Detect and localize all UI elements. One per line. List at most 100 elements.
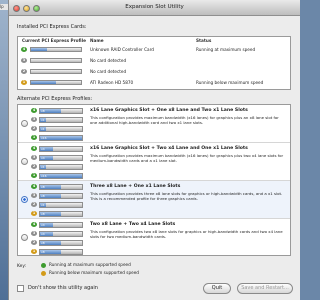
slot-number-badge: 2: [21, 69, 27, 74]
legend-max: Running at maximum supported speed: [41, 262, 131, 268]
green-status-icon: [41, 262, 46, 268]
slot-bar: [30, 58, 82, 63]
lane-fill: x1: [40, 165, 47, 169]
slot-number-badge: 4: [31, 146, 37, 151]
name-header: Name: [90, 38, 104, 43]
lane-fill: [31, 81, 56, 84]
lane-fill: x1: [40, 118, 47, 122]
status-header: Status: [196, 38, 212, 43]
slot-bar: x8: [39, 240, 83, 246]
lane-fill: x8: [40, 212, 61, 216]
profile-option[interactable]: 4 x8 3 x8 2 x1 1 x8 Three x8 Lane + One x1 Lane …: [18, 181, 290, 219]
profile-option[interactable]: 4 x8 3 x1 2 x1 1 x16 x16 Lane Graphics Slot + On…: [18, 105, 290, 143]
titlebar[interactable]: Expansion Slot Utility: [9, 0, 300, 16]
lane-fill: x4: [40, 232, 54, 236]
slot-number-badge: 4: [31, 184, 37, 189]
slot-number-badge: 3: [31, 231, 37, 236]
slot-number-badge: 2: [31, 240, 37, 245]
slot-bar: [30, 69, 82, 74]
slot-number-badge: 2: [31, 202, 37, 207]
slot-number-badge: 1: [31, 173, 37, 178]
slot-bar: x4: [39, 155, 83, 161]
slot-bar: x8: [39, 193, 83, 199]
slot-bar: x8: [39, 184, 83, 190]
lane-fill: x8: [40, 109, 61, 113]
bottom-bar: Don't show this utility again Quit Save …: [17, 283, 293, 295]
save-restart-button[interactable]: Save and Restart...: [237, 283, 293, 294]
lane-fill: x1: [40, 127, 47, 131]
yellow-status-icon: [41, 270, 46, 276]
slot-bar: x4: [39, 222, 83, 228]
profile-slot-row: 1 x16: [31, 134, 83, 142]
slot-number-badge: 4: [31, 222, 37, 227]
profile-header: Current PCI Express Profile: [22, 38, 86, 43]
slot-bar: x1: [39, 117, 83, 123]
dont-show-checkbox[interactable]: [17, 285, 24, 292]
quit-button[interactable]: Quit: [203, 283, 231, 294]
profile-title: Two x8 Lane + Two x4 Lane Slots: [90, 222, 176, 227]
profile-radio[interactable]: [21, 158, 28, 165]
card-status: Running at maximum speed: [196, 47, 256, 52]
profile-slot-diagram: 4 x8 3 x1 2 x1 1 x16: [31, 107, 83, 143]
profile-description: This configuration provides three x8 lan…: [90, 191, 283, 201]
profile-slot-row: 4 x4: [31, 221, 83, 229]
lane-fill: [31, 48, 47, 51]
profile-slot-diagram: 4 x4 3 x4 2 x1 1 x16: [31, 145, 83, 181]
slot-bar: [30, 80, 82, 85]
slot-number-badge: 3: [31, 193, 37, 198]
profile-slot-row: 2 x8: [31, 239, 83, 247]
slot-bar: [30, 47, 82, 52]
profile-description: This configuration provides maximum band…: [90, 153, 284, 163]
slot-number-badge: 4: [31, 108, 37, 113]
expansion-slot-window: Expansion Slot Utility Installed PCI Exp…: [8, 0, 300, 300]
key-label: Key:: [17, 264, 27, 269]
profile-radio[interactable]: [21, 120, 28, 127]
alternate-profiles-list: 4 x8 3 x1 2 x1 1 x16 x16 Lane Graphics Slot + On…: [17, 104, 291, 256]
profile-slot-row: 4 x8: [31, 107, 83, 115]
card-status: Running below maximum speed: [196, 80, 264, 85]
profile-slot-row: 4 x8: [31, 183, 83, 191]
window-title: Expansion Slot Utility: [125, 4, 184, 10]
card-name: Unknown RAID Controller Card: [90, 47, 154, 52]
profile-slot-row: 2 x1: [31, 163, 83, 171]
slot-bar: x1: [39, 202, 83, 208]
slot-number-badge: 3: [21, 58, 27, 63]
profile-option[interactable]: 4 x4 3 x4 2 x1 1 x16 x16 Lane Graphics Slot + Tw…: [18, 143, 290, 181]
profile-slot-row: 1 x8: [31, 248, 83, 255]
slot-bar: x8: [39, 108, 83, 114]
profile-description: This configuration provides two x8 lane …: [90, 229, 283, 239]
installed-cards-table: Current PCI Express Profile Name Status …: [17, 36, 291, 90]
slot-number-badge: 3: [31, 155, 37, 160]
card-name: No card detected: [90, 58, 127, 63]
profile-slot-row: 1 x8: [31, 210, 83, 218]
lane-fill: x16: [40, 136, 82, 140]
legend-below: Running below maximum supported speed: [41, 270, 139, 276]
installed-label: Installed PCI Express Cards:: [17, 24, 87, 30]
profile-slot-diagram: 4 x8 3 x8 2 x1 1 x8: [31, 183, 83, 219]
profile-radio[interactable]: [21, 196, 28, 203]
slot-number-badge: 1: [31, 211, 37, 216]
lane-fill: x8: [40, 250, 61, 254]
dont-show-label: Don't show this utility again: [28, 285, 98, 291]
slot-bar: x8: [39, 249, 83, 255]
slot-number-badge: 4: [21, 47, 27, 52]
profile-slot-row: 2 x1: [31, 125, 83, 133]
installed-row: 4 Unknown RAID Controller Card Running at …: [18, 46, 290, 53]
lane-fill: x16: [40, 174, 82, 178]
profile-description: This configuration provides maximum band…: [90, 115, 279, 125]
lane-fill: x4: [40, 223, 54, 227]
profile-radio[interactable]: [21, 234, 28, 241]
menu-fragment: lp: [0, 4, 8, 10]
profile-slot-row: 2 x1: [31, 201, 83, 209]
slot-number-badge: 3: [31, 117, 37, 122]
profile-option[interactable]: 4 x4 3 x4 2 x8 1 x8 Two x8 Lane + Two x4 Lane Sl…: [18, 219, 290, 255]
lane-fill: x4: [40, 147, 54, 151]
slot-bar: x8: [39, 211, 83, 217]
slot-bar: x1: [39, 164, 83, 170]
profile-slot-row: 4 x4: [31, 145, 83, 153]
lane-fill: x1: [40, 203, 47, 207]
slot-number-badge: 1: [31, 249, 37, 254]
profile-slot-row: 3 x1: [31, 116, 83, 124]
card-name: ATI Radeon HD 5870: [90, 80, 134, 85]
slot-bar: x16: [39, 135, 83, 141]
